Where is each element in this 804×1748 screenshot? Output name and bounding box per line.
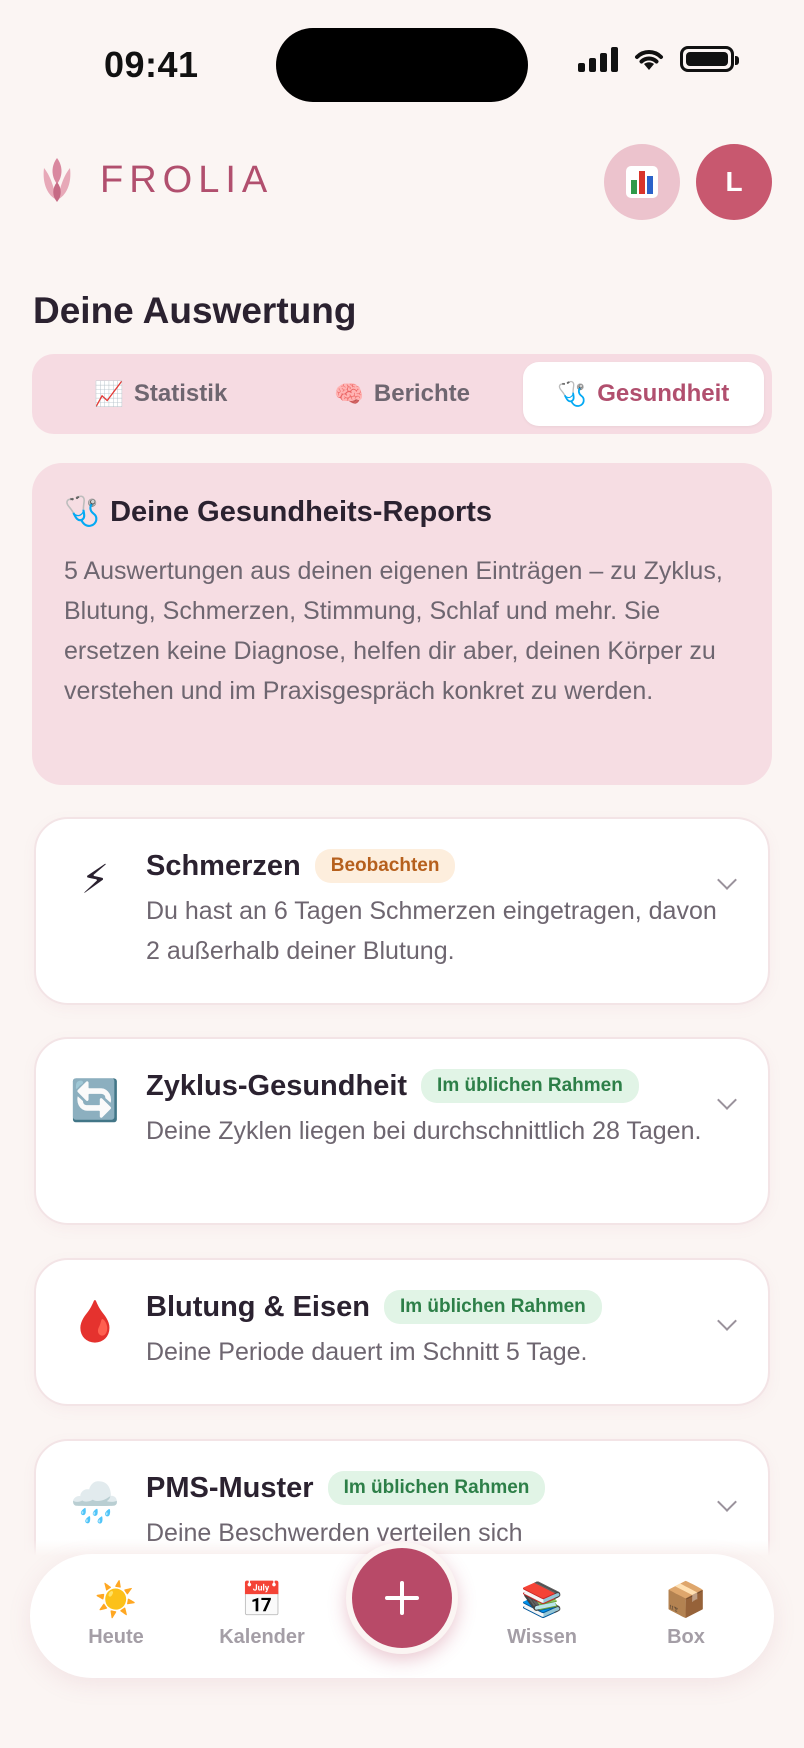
chart-up-icon: 📈: [94, 380, 124, 408]
sun-icon: ☀️: [94, 1581, 138, 1619]
tab-label: Gesundheit: [597, 380, 730, 407]
nav-item-kalender[interactable]: 📅 Kalender: [202, 1580, 322, 1649]
nav-item-box[interactable]: 📦 Box: [626, 1580, 746, 1649]
nav-label: Box: [667, 1626, 705, 1648]
report-title: Blutung & Eisen: [146, 1290, 370, 1323]
status-badge: Beobachten: [314, 849, 456, 883]
status-badge: Im üblichen Rahmen: [327, 1471, 546, 1505]
report-head: PMS-Muster Im üblichen Rahmen: [146, 1471, 732, 1505]
report-head: Blutung & Eisen Im üblichen Rahmen: [146, 1290, 732, 1324]
intro-card: 🩺 Deine Gesundheits-Reports 5 Auswertung…: [32, 463, 772, 785]
cellular-signal-icon: [578, 46, 618, 72]
logo-text: FROLIA: [100, 158, 274, 201]
intro-title-text: Deine Gesundheits-Reports: [110, 495, 493, 528]
status-time: 09:41: [104, 44, 199, 85]
status-bar: 09:41: [0, 0, 804, 120]
report-text: Du hast an 6 Tagen Schmerzen eingetragen…: [146, 897, 717, 965]
report-head: Schmerzen Beobachten: [146, 849, 732, 883]
brain-icon: 🧠: [334, 380, 364, 408]
tab-statistik[interactable]: 📈 Statistik: [40, 362, 281, 426]
stethoscope-icon: 🩺: [557, 380, 588, 408]
lightning-icon: ⚡: [80, 858, 110, 902]
status-icons: [578, 46, 739, 72]
nav-label: Wissen: [507, 1626, 577, 1648]
logo: FROLIA: [40, 156, 273, 204]
statistics-button[interactable]: [604, 144, 680, 220]
intro-title: 🩺 Deine Gesundheits-Reports: [64, 495, 740, 529]
segmented-tabs: 📈 Statistik 🧠 Berichte 🩺 Gesundheit: [32, 354, 772, 434]
report-text: Deine Zyklen liegen bei durchschnittlich…: [146, 1117, 702, 1145]
nav-item-wissen[interactable]: 📚 Wissen: [482, 1580, 602, 1649]
plus-icon: [385, 1581, 419, 1615]
box-icon: 📦: [664, 1581, 708, 1619]
report-card-zyklus[interactable]: 🔄 Zyklus-Gesundheit Im üblichen Rahmen D…: [34, 1037, 770, 1225]
report-text: Deine Periode dauert im Schnitt 5 Tage.: [146, 1338, 588, 1366]
status-badge: Im üblichen Rahmen: [383, 1290, 602, 1324]
cycle-arrows-icon: 🔄: [70, 1078, 120, 1123]
avatar[interactable]: L: [696, 144, 772, 220]
report-card-schmerzen[interactable]: ⚡ Schmerzen Beobachten Du hast an 6 Tage…: [34, 817, 770, 1005]
dynamic-island: [276, 28, 528, 102]
rain-cloud-icon: 🌧️: [70, 1480, 120, 1525]
tab-gesundheit[interactable]: 🩺 Gesundheit: [522, 362, 764, 426]
bar-chart-icon: [626, 166, 658, 198]
page-title: Deine Auswertung: [33, 290, 357, 331]
report-title: PMS-Muster: [146, 1471, 314, 1504]
stethoscope-icon: 🩺: [64, 496, 101, 528]
blood-drop-icon: 🩸: [70, 1299, 120, 1344]
wifi-icon: [635, 50, 663, 70]
books-icon: 📚: [520, 1581, 564, 1619]
tab-berichte[interactable]: 🧠 Berichte: [281, 362, 522, 426]
report-card-blutung[interactable]: 🩸 Blutung & Eisen Im üblichen Rahmen Dei…: [34, 1258, 770, 1406]
calendar-icon: 📅: [240, 1581, 284, 1619]
report-head: Zyklus-Gesundheit Im üblichen Rahmen: [146, 1069, 732, 1103]
report-title: Schmerzen: [146, 849, 301, 882]
nav-item-heute[interactable]: ☀️ Heute: [56, 1580, 176, 1649]
tab-label: Statistik: [133, 380, 228, 407]
app-header: FROLIA L: [0, 140, 804, 224]
nav-label: Kalender: [219, 1626, 305, 1648]
nav-label: Heute: [88, 1626, 144, 1648]
tab-label: Berichte: [373, 380, 470, 407]
intro-text: 5 Auswertungen aus deinen eigenen Einträ…: [64, 557, 723, 705]
tulip-logo-icon: [43, 158, 71, 202]
report-title: Zyklus-Gesundheit: [146, 1069, 408, 1102]
status-badge: Im üblichen Rahmen: [421, 1069, 639, 1103]
add-entry-button[interactable]: [346, 1542, 458, 1654]
battery-icon: [680, 46, 739, 72]
